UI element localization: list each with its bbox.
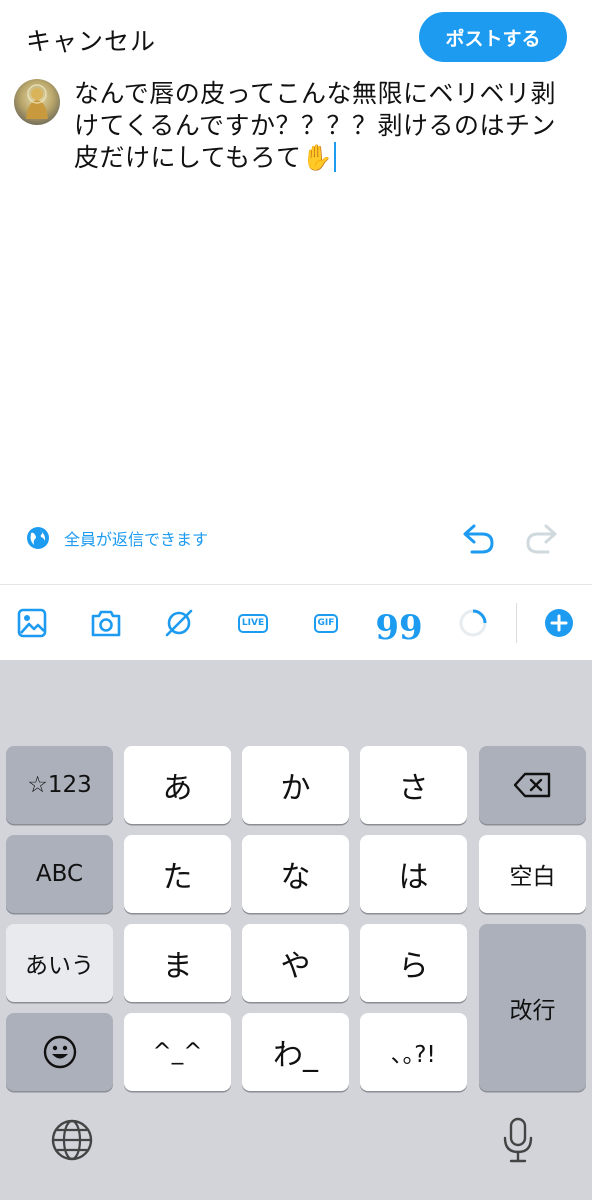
key-ha[interactable]: は: [360, 835, 467, 913]
compose-textarea[interactable]: なんで唇の皮ってこんな無限にベリベリ剥けてくるんですか？？？？剥けるのはチン皮だ…: [74, 78, 574, 174]
key-a[interactable]: あ: [124, 746, 231, 824]
camera-icon[interactable]: [90, 607, 122, 639]
redo-icon: [526, 524, 557, 554]
emoji-icon: [43, 1035, 76, 1069]
key-ra[interactable]: ら: [360, 924, 467, 1002]
key-ma[interactable]: ま: [124, 924, 231, 1002]
post-button[interactable]: ポストする: [419, 12, 567, 62]
live-icon[interactable]: LIVE: [237, 607, 269, 639]
globe-icon[interactable]: [50, 1118, 94, 1162]
delete-icon: [513, 772, 550, 798]
key-ta[interactable]: た: [124, 835, 231, 913]
key-kana-mode[interactable]: あいう: [6, 924, 113, 1002]
backspace-key[interactable]: [479, 746, 586, 824]
reply-setting-label: 全員が返信できます: [64, 530, 209, 549]
compose-header: キャンセル ポストする: [0, 0, 592, 72]
add-post-icon[interactable]: [543, 607, 575, 639]
microphone-icon[interactable]: [500, 1116, 536, 1164]
japanese-keyboard: ☆123 あ か さ ABC た な は 空白 あいう ま や ら 改行 ^_^…: [0, 660, 592, 1200]
compose-screen: キャンセル ポストする なんで唇の皮ってこんな無限にベリベリ剥けてくるんですか？…: [0, 0, 592, 1200]
globe-icon: [27, 527, 49, 549]
key-sa[interactable]: さ: [360, 746, 467, 824]
quote-icon[interactable]: 99: [375, 607, 422, 645]
key-abc[interactable]: ABC: [6, 835, 113, 913]
toolbar-divider: [516, 603, 517, 643]
return-key[interactable]: 改行: [479, 924, 586, 1091]
space-key[interactable]: 空白: [479, 835, 586, 913]
key-ya[interactable]: や: [242, 924, 349, 1002]
key-punctuation[interactable]: ､｡?!: [360, 1013, 467, 1091]
reply-setting-button[interactable]: 全員が返信できます: [26, 526, 208, 550]
avatar[interactable]: [14, 79, 60, 125]
cancel-button[interactable]: キャンセル: [26, 22, 156, 58]
key-wa[interactable]: わ_: [242, 1013, 349, 1091]
gif-icon[interactable]: GIF: [310, 607, 342, 639]
key-numbers[interactable]: ☆123: [6, 746, 113, 824]
emoji-key[interactable]: [6, 1013, 113, 1091]
key-na[interactable]: な: [242, 835, 349, 913]
text-cursor: [334, 142, 337, 172]
grok-icon[interactable]: [163, 607, 195, 639]
key-kaomoji[interactable]: ^_^: [124, 1013, 231, 1091]
compose-text: なんで唇の皮ってこんな無限にベリベリ剥けてくるんですか？？？？剥けるのはチン皮だ…: [74, 79, 557, 172]
character-count-ring: [457, 607, 489, 639]
compose-toolbar: LIVE GIF 99: [0, 584, 592, 660]
key-ka[interactable]: か: [242, 746, 349, 824]
undo-icon[interactable]: [460, 522, 496, 556]
image-icon[interactable]: [16, 607, 48, 639]
